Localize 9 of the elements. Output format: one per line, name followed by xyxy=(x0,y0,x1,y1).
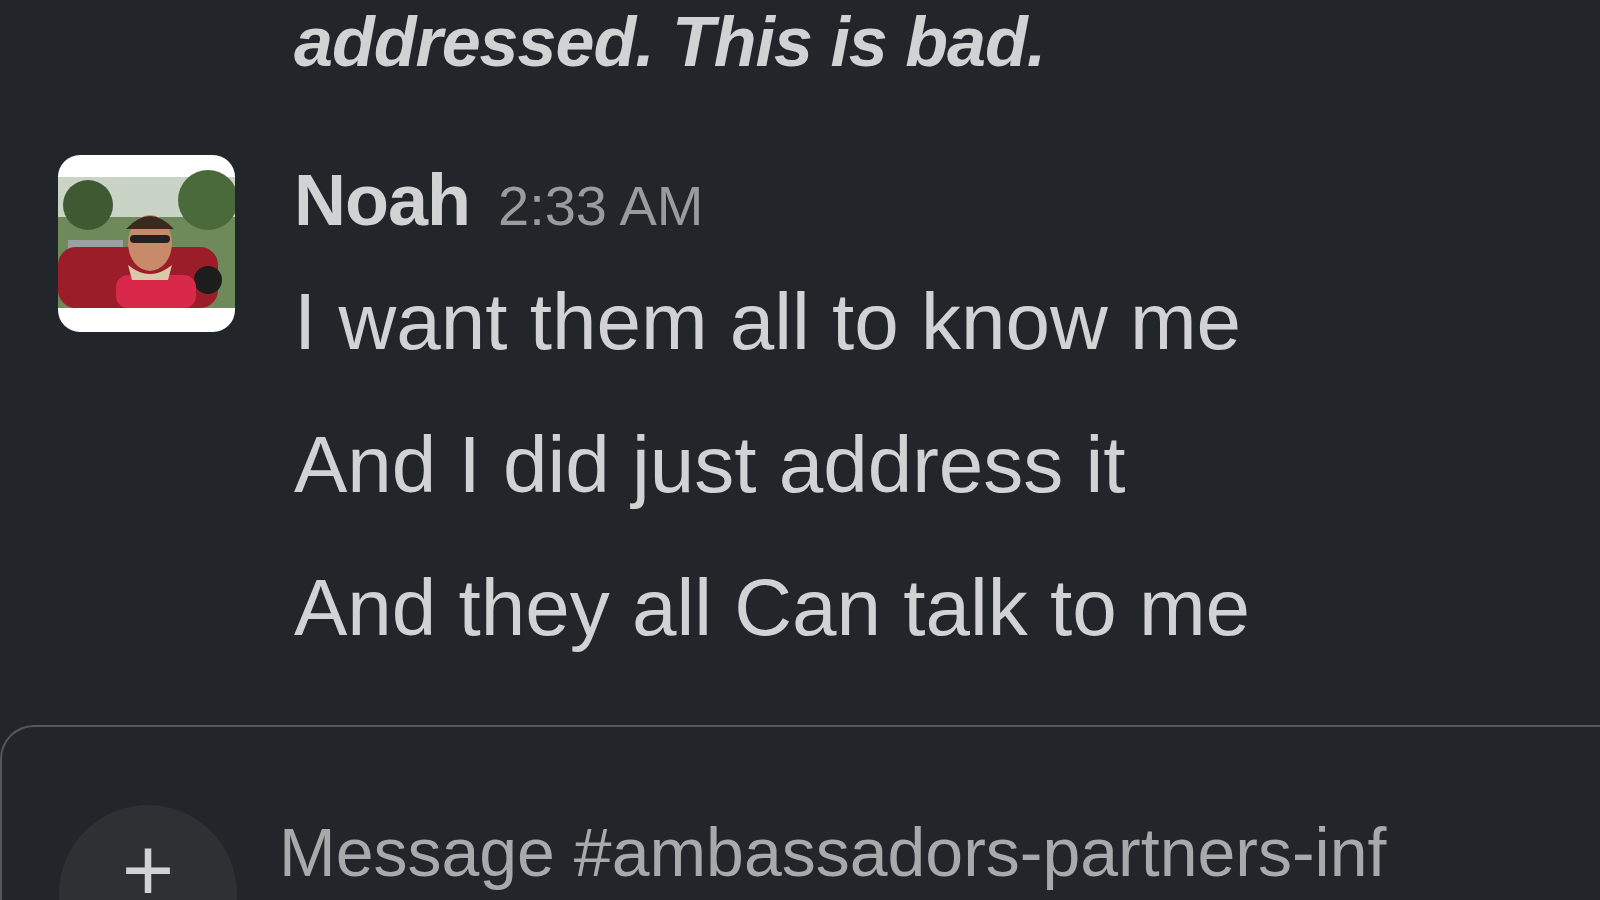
message-composer[interactable]: + Message #ambassadors-partners-inf xyxy=(0,725,1600,900)
message-text: And they all Can talk to me xyxy=(294,562,1252,654)
message-text: I want them all to know me xyxy=(294,276,1243,368)
add-button[interactable]: + xyxy=(59,805,237,900)
author-name: Noah xyxy=(294,159,470,242)
timestamp: 2:33 AM xyxy=(498,173,704,239)
message-placeholder: Message #ambassadors-partners-inf xyxy=(279,813,1387,891)
message-text: addressed. This is bad. xyxy=(294,2,1047,82)
message-text: And I did just address it xyxy=(294,419,1127,511)
